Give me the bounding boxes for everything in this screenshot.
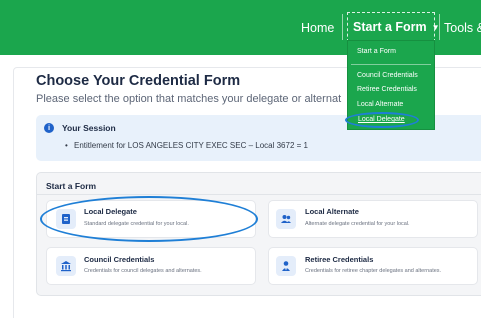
highlight-annotation: [40, 196, 258, 242]
user-tie-icon: [276, 256, 296, 276]
section-divider: [36, 194, 481, 195]
card-description: Credentials for council delegates and al…: [84, 268, 202, 274]
card-retiree-credentials[interactable]: [268, 247, 478, 285]
institution-icon: [56, 256, 76, 276]
dropdown-item-council-credentials[interactable]: Council Credentials: [357, 72, 418, 79]
card-council-credentials[interactable]: [46, 247, 256, 285]
nav-start-form-label: Start a Form: [353, 20, 427, 34]
dropdown-divider: [351, 64, 431, 65]
dropdown-header: Start a Form: [357, 48, 396, 55]
nav-start-form-dropdown[interactable]: Start a Form ▼: [347, 12, 440, 42]
section-label: Start a Form: [46, 181, 97, 191]
session-entitlement: Entitlement for LOS ANGELES CITY EXEC SE…: [74, 141, 308, 150]
nav-separator: [439, 14, 440, 40]
card-title: Retiree Credentials: [305, 255, 374, 264]
dropdown-item-local-alternate[interactable]: Local Alternate: [357, 101, 403, 108]
card-title: Local Alternate: [305, 207, 359, 216]
card-local-alternate[interactable]: [268, 200, 478, 238]
dropdown-item-retiree-credentials[interactable]: Retiree Credentials: [357, 86, 417, 93]
card-description: Credentials for retiree chapter delegate…: [305, 268, 442, 274]
nav-tools-link[interactable]: Tools &: [444, 0, 481, 55]
session-label: Your Session: [62, 123, 116, 133]
page-title: Choose Your Credential Form: [36, 73, 241, 89]
page-subtitle: Please select the option that matches yo…: [36, 93, 342, 105]
nav-home-link[interactable]: Home: [301, 0, 341, 55]
info-icon: i: [44, 123, 54, 133]
card-description: Alternate delegate credential for your l…: [305, 221, 410, 227]
card-title: Council Credentials: [84, 255, 155, 264]
bullet-icon: •: [65, 141, 68, 150]
nav-separator: [342, 14, 343, 40]
dropdown-highlight-annotation: [345, 112, 419, 128]
users-icon: [276, 209, 296, 229]
